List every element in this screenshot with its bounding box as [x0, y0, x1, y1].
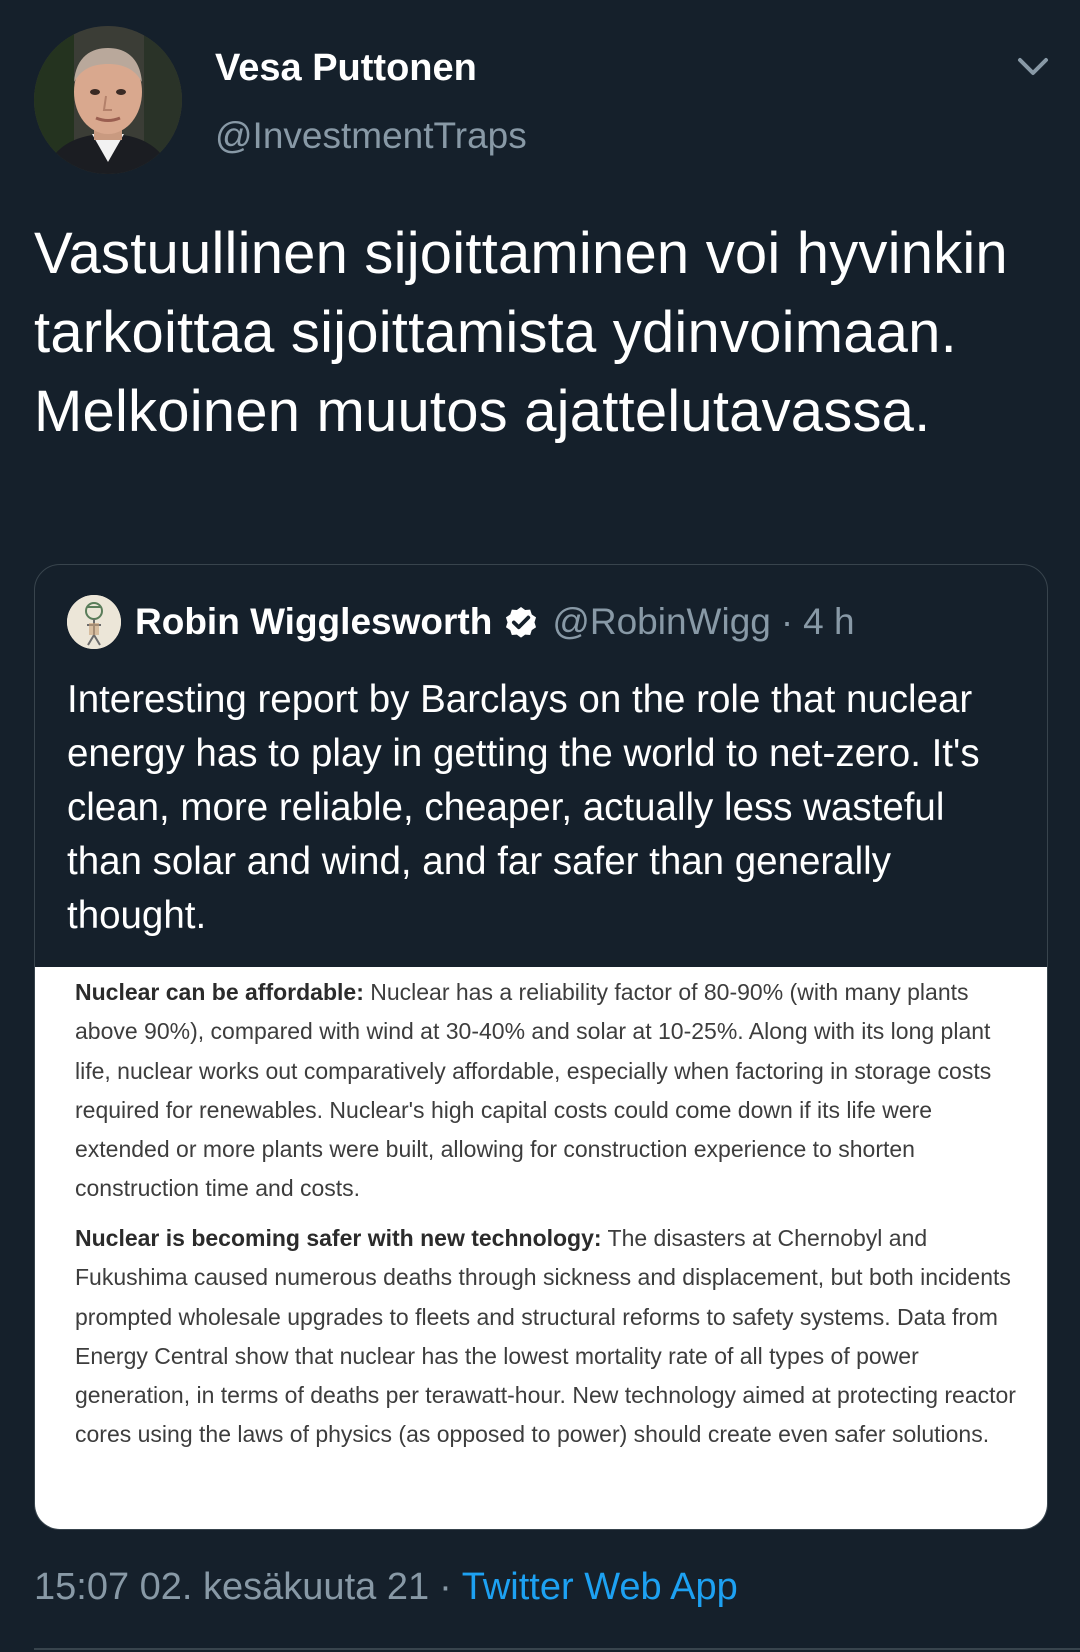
- quoted-tweet-text: Interesting report by Barclays on the ro…: [67, 678, 980, 937]
- chevron-down-icon[interactable]: [1016, 52, 1050, 82]
- verified-badge-icon: [506, 606, 537, 638]
- image-paragraph-heading: Nuclear can be affordable:: [75, 979, 364, 1005]
- quoted-author-avatar[interactable]: [67, 595, 121, 649]
- person-portrait-icon: [34, 26, 182, 174]
- image-paragraph: Nuclear can be affordable: Nuclear has a…: [75, 973, 1025, 1209]
- author-name[interactable]: Vesa Puttonen: [215, 44, 477, 92]
- tweet-timestamp[interactable]: 15:07 02. kesäkuuta 21: [34, 1562, 429, 1612]
- author-handle[interactable]: @InvestmentTraps: [215, 112, 527, 160]
- image-paragraph-body: The disasters at Chernobyl and Fukushima…: [75, 1225, 1016, 1448]
- quoted-tweet-header: Robin Wigglesworth @RobinWigg · 4 h: [67, 593, 855, 651]
- separator-dot: ·: [439, 1566, 452, 1608]
- image-paragraph-heading: Nuclear is becoming safer with new techn…: [75, 1225, 602, 1251]
- image-paragraph: Nuclear is becoming safer with new techn…: [75, 1219, 1025, 1455]
- quoted-tweet-card[interactable]: Robin Wigglesworth @RobinWigg · 4 h Inte…: [34, 564, 1048, 1530]
- tweet-text: Vastuullinen sijoittaminen voi hyvinkin …: [34, 221, 1008, 444]
- separator-dot: ·: [780, 601, 794, 642]
- quoted-tweet-time[interactable]: 4 h: [803, 598, 854, 646]
- illustrated-person-icon: [67, 595, 121, 649]
- image-paragraph-body: Nuclear has a reliability factor of 80-9…: [75, 979, 992, 1202]
- tweet-footer: 15:07 02. kesäkuuta 21 · Twitter Web App: [34, 1562, 738, 1612]
- divider: [34, 1648, 1080, 1650]
- quoted-author-name[interactable]: Robin Wigglesworth: [135, 598, 492, 646]
- author-avatar[interactable]: [34, 26, 182, 174]
- tweet-source-link[interactable]: Twitter Web App: [462, 1562, 738, 1612]
- attached-image[interactable]: Nuclear can be affordable: Nuclear has a…: [35, 967, 1047, 1529]
- quoted-author-handle[interactable]: @RobinWigg: [552, 598, 771, 646]
